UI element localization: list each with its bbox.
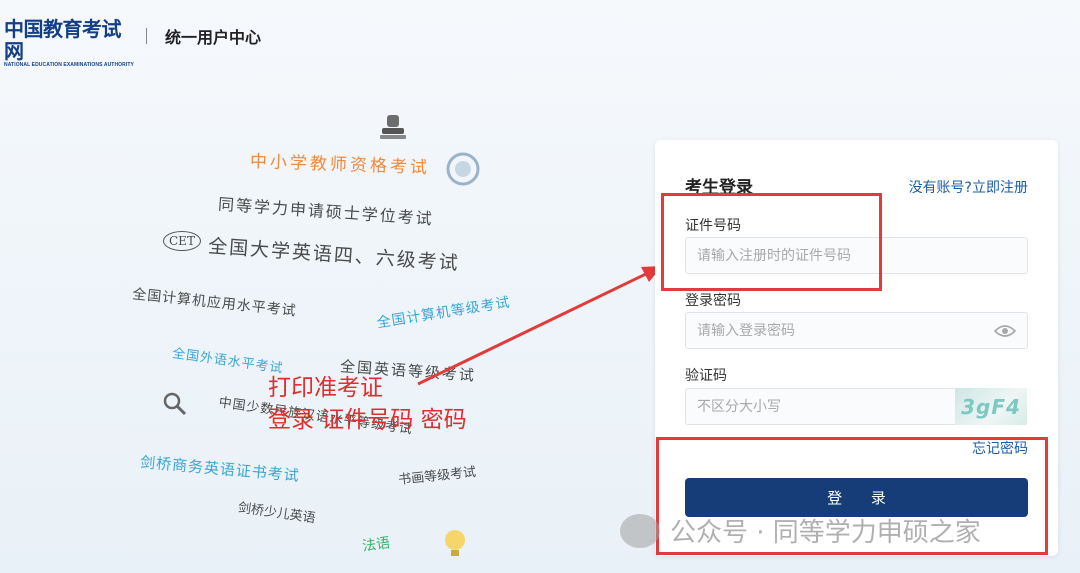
- eye-icon[interactable]: [994, 324, 1016, 338]
- register-link[interactable]: 没有账号?立即注册: [909, 177, 1028, 197]
- annotation-line-2: 登录 证件号码 密码: [268, 407, 467, 433]
- watermark-text: 公众号 · 同等学力申硕之家: [670, 518, 981, 548]
- annotation-line-1: 打印准考证: [268, 375, 383, 401]
- highlight-id-field: [661, 193, 882, 291]
- captcha-image[interactable]: 3gF4: [955, 388, 1027, 425]
- captcha-label: 验证码: [685, 368, 727, 384]
- password-input[interactable]: [685, 312, 1028, 349]
- captcha-input[interactable]: [685, 388, 957, 425]
- password-label: 登录密码: [685, 293, 741, 309]
- wechat-icon: [620, 513, 660, 548]
- watermark: 公众号 · 同等学力申硕之家: [620, 512, 981, 549]
